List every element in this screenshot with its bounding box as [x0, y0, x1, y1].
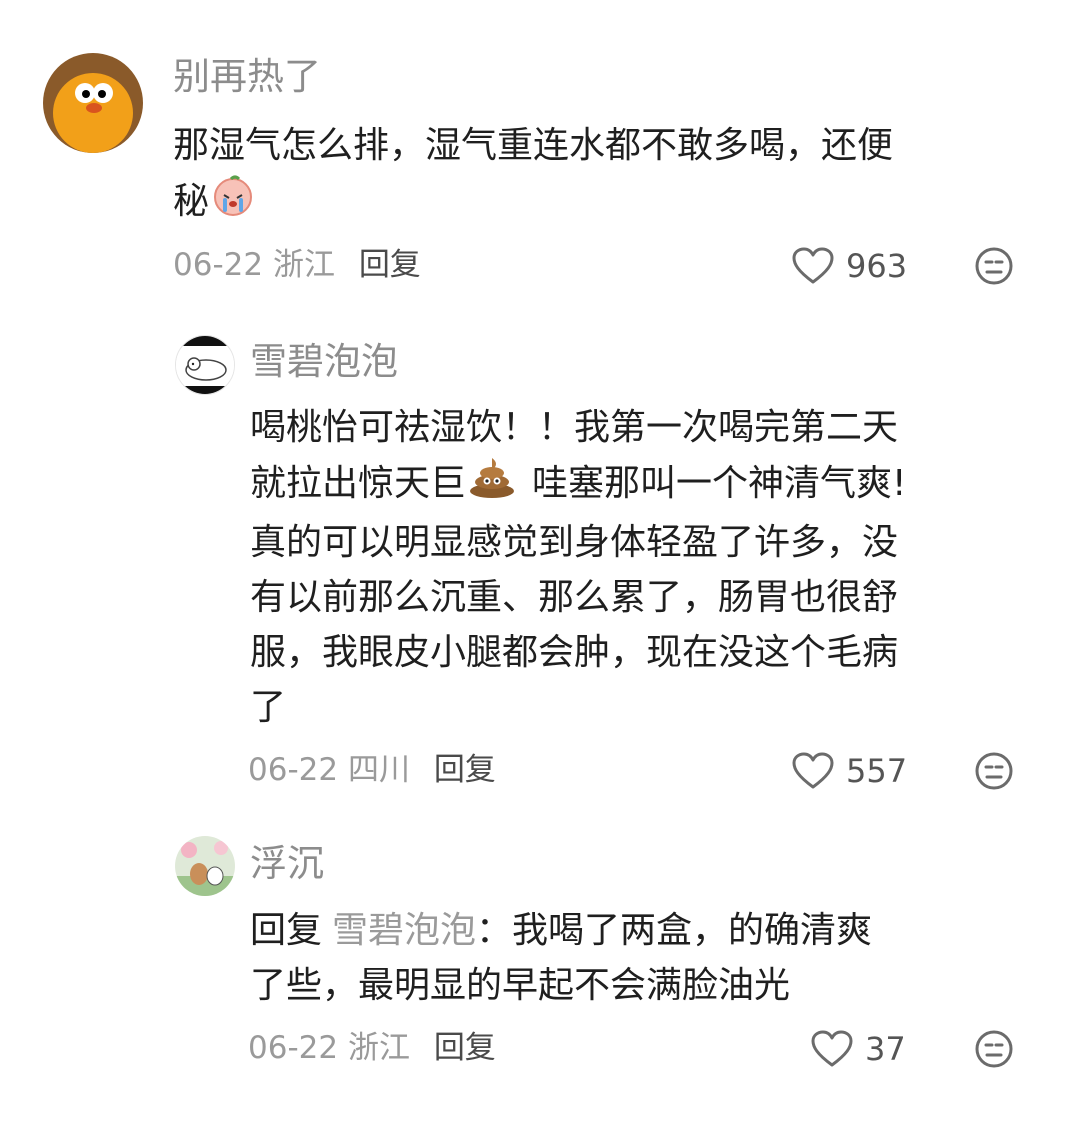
comment-line-text: 就拉出惊天巨 — [250, 463, 467, 504]
comment-text: 喝桃怡可祛湿饮！！我第一次喝完第二天 就拉出惊天巨 哇塞那叫一个神清气爽! 真的… — [250, 400, 906, 735]
dislike-button[interactable] — [974, 1029, 1014, 1069]
meh-face-icon — [975, 752, 1013, 790]
username[interactable]: 雪碧泡泡 — [250, 340, 398, 384]
comment-line: 了 — [250, 687, 287, 728]
avatar[interactable] — [175, 335, 235, 395]
dislike-button[interactable] — [974, 751, 1014, 791]
poop-emoji — [468, 455, 516, 515]
like-count: 963 — [846, 247, 908, 285]
like-button[interactable]: 963 — [792, 246, 907, 286]
crying-peach-emoji — [211, 173, 255, 233]
comment-meta: 06-22 四川 回复 — [248, 750, 496, 790]
yellow-chick-avatar-image — [43, 53, 143, 153]
comment-line-text: ：我喝了两盒，的确清爽 — [476, 910, 873, 951]
username[interactable]: 浮沉 — [250, 842, 324, 886]
like-button[interactable]: 37 — [811, 1029, 906, 1069]
comment-meta: 06-22 浙江 回复 — [248, 1028, 496, 1068]
like-count: 37 — [865, 1030, 906, 1068]
illustration-avatar-image — [175, 836, 235, 896]
like-button[interactable]: 557 — [792, 751, 907, 791]
comment-line: 就拉出惊天巨 哇塞那叫一个神清气爽! — [250, 455, 906, 515]
comment-location: 浙江 — [347, 1030, 410, 1066]
comment-line: 真的可以明显感觉到身体轻盈了许多，没 — [250, 522, 899, 563]
comment-line: 了些，最明显的早起不会满脸油光 — [250, 965, 791, 1006]
username[interactable]: 别再热了 — [173, 55, 321, 99]
avatar[interactable] — [43, 53, 143, 153]
comment-date: 06-22 — [248, 752, 339, 788]
dislike-button[interactable] — [974, 246, 1014, 286]
avatar[interactable] — [175, 836, 235, 896]
meh-face-icon — [975, 247, 1013, 285]
comment-line: 那湿气怎么排，湿气重连水都不敢多喝，还便 — [173, 125, 894, 166]
heart-icon — [792, 247, 834, 284]
comment-line: 服，我眼皮小腿都会肿，现在没这个毛病 — [250, 632, 899, 673]
comment-text: 那湿气怎么排，湿气重连水都不敢多喝，还便 秘 — [173, 118, 893, 233]
heart-icon — [811, 1030, 853, 1067]
heart-icon — [792, 752, 834, 789]
comment-line: 喝桃怡可祛湿饮！！我第一次喝完第二天 — [250, 407, 899, 448]
reply-prefix: 回复 — [250, 910, 323, 951]
comment-line: 回复 雪碧泡泡：我喝了两盒，的确清爽 — [250, 903, 872, 958]
comment-location: 浙江 — [272, 247, 335, 283]
comment-line-text: 哇塞那叫一个神清气爽! — [532, 463, 907, 504]
reply-button[interactable]: 回复 — [359, 247, 421, 283]
comment-text: 回复 雪碧泡泡：我喝了两盒，的确清爽 了些，最明显的早起不会满脸油光 — [250, 903, 872, 1013]
cartoon-animal-avatar-image — [176, 336, 234, 394]
reply-button[interactable]: 回复 — [434, 752, 496, 788]
comment-location: 四川 — [347, 752, 410, 788]
comment-line: 有以前那么沉重、那么累了，肠胃也很舒 — [250, 577, 899, 618]
comment-line-text: 秘 — [173, 181, 210, 222]
mention-link[interactable]: 雪碧泡泡 — [332, 910, 476, 951]
comment-meta: 06-22 浙江 回复 — [173, 245, 421, 285]
reply-button[interactable]: 回复 — [434, 1030, 496, 1066]
comment-date: 06-22 — [248, 1030, 339, 1066]
comment-date: 06-22 — [173, 247, 264, 283]
comment-line: 秘 — [173, 173, 893, 233]
meh-face-icon — [975, 1030, 1013, 1068]
like-count: 557 — [846, 752, 908, 790]
